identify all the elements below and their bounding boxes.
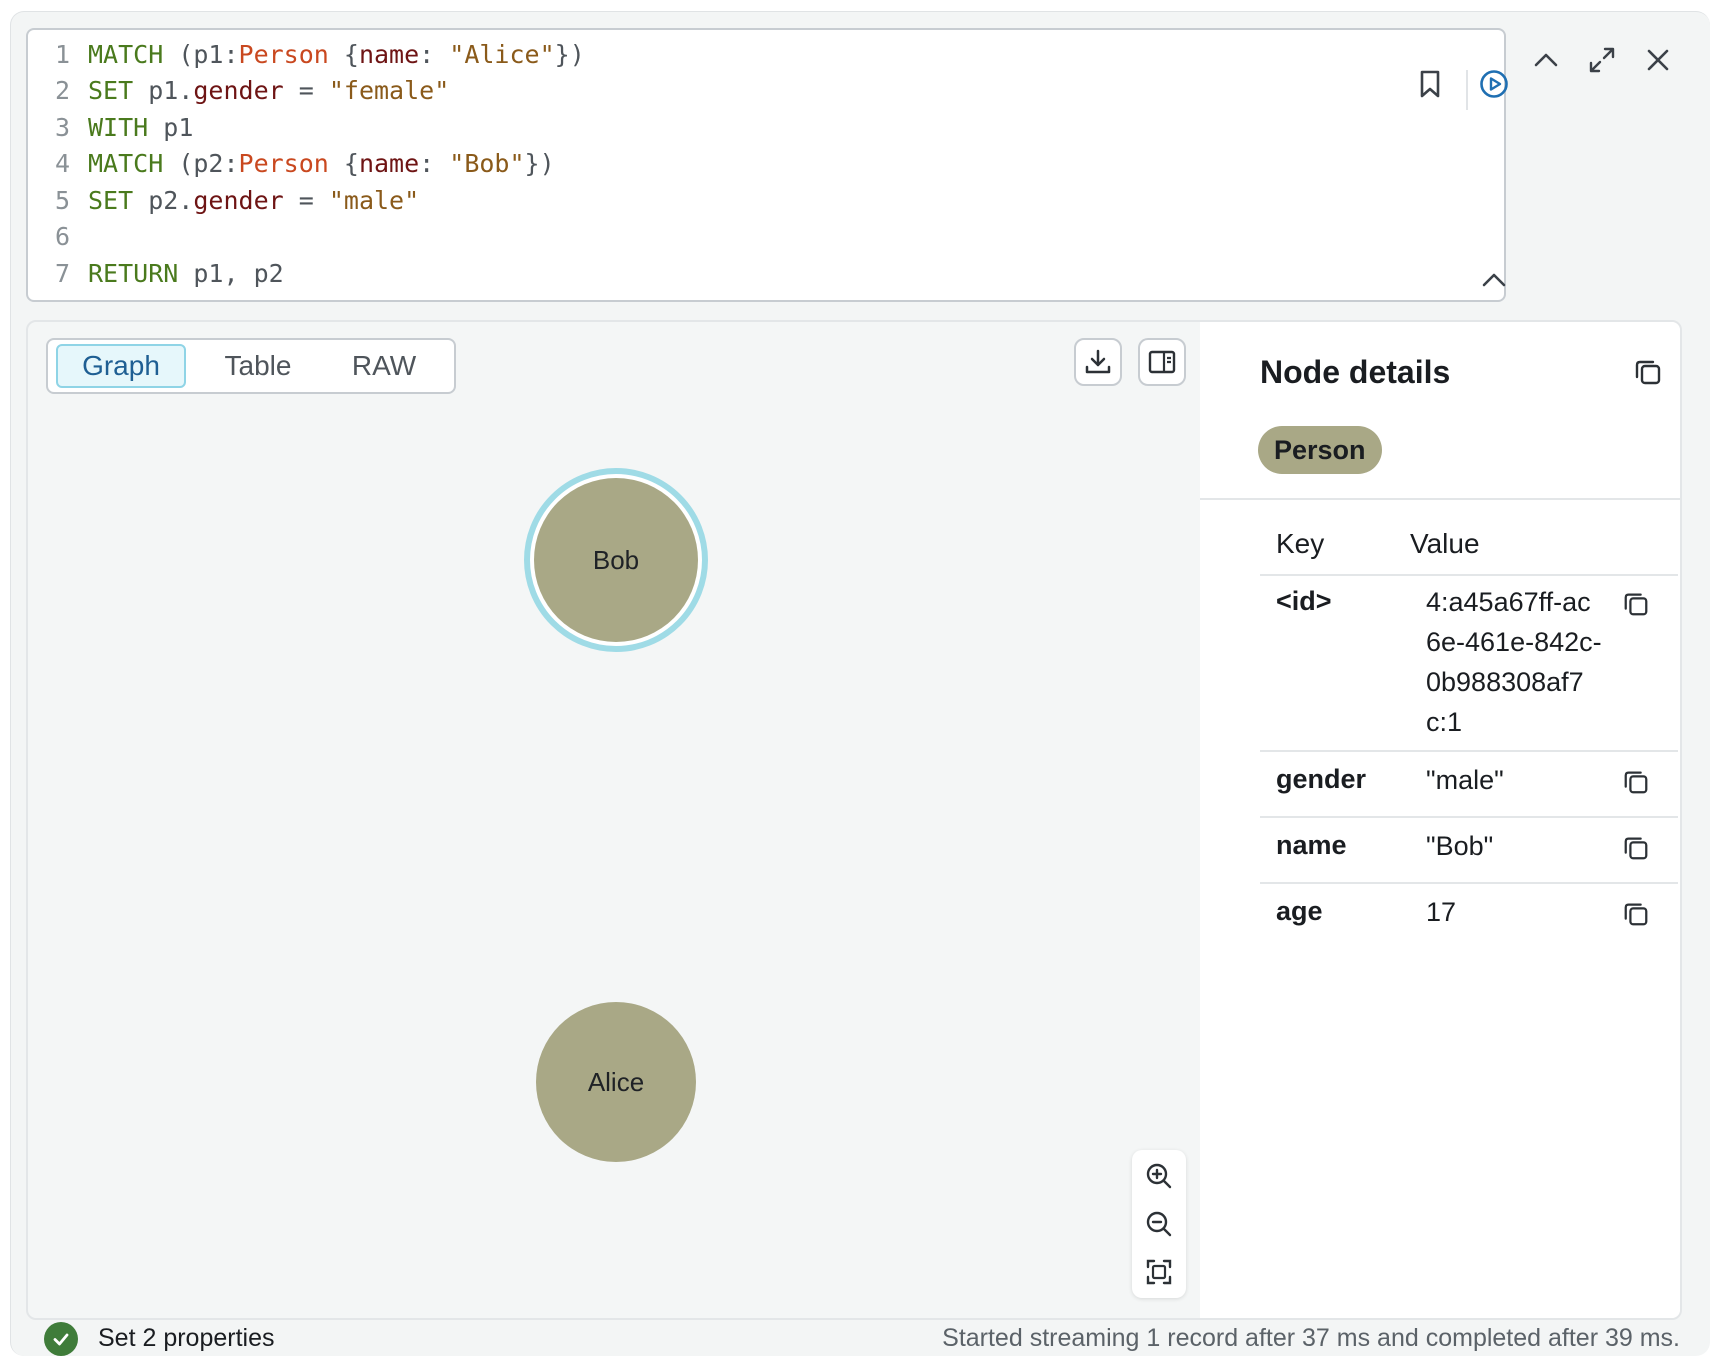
code-token: }) bbox=[554, 39, 585, 69]
toggle-details-panel-button[interactable] bbox=[1138, 338, 1186, 386]
code-token: MATCH bbox=[88, 149, 164, 178]
code-line[interactable]: 2 SET p1. gender = "female" bbox=[28, 73, 449, 109]
code-token: p1. bbox=[133, 76, 194, 105]
fit-to-screen-icon[interactable] bbox=[1137, 1250, 1181, 1294]
code-token: "Bob" bbox=[449, 149, 525, 178]
line-number: 1 bbox=[54, 39, 70, 69]
line-number: 5 bbox=[54, 185, 70, 215]
status-timing: Started streaming 1 record after 37 ms a… bbox=[942, 1324, 1680, 1352]
row-divider bbox=[1260, 882, 1678, 884]
code-line[interactable]: 4 MATCH (p2: Person {name: "Bob"}) bbox=[28, 146, 555, 182]
code-token: : bbox=[419, 149, 450, 178]
code-token: = bbox=[283, 76, 329, 105]
zoom-out-icon[interactable] bbox=[1137, 1202, 1181, 1246]
tab-raw[interactable]: RAW bbox=[324, 344, 444, 388]
row-divider bbox=[1260, 574, 1678, 576]
copy-icon[interactable] bbox=[1618, 764, 1654, 800]
line-number: 4 bbox=[54, 149, 70, 178]
node-label-chip[interactable]: Person bbox=[1258, 426, 1382, 474]
tab-table[interactable]: Table bbox=[194, 344, 322, 388]
line-number: 6 bbox=[54, 222, 70, 251]
tab-graph[interactable]: Graph bbox=[56, 344, 186, 388]
view-tabs: Graph Table RAW bbox=[46, 338, 456, 394]
copy-icon[interactable] bbox=[1618, 586, 1654, 622]
property-value: "Bob" bbox=[1426, 831, 1494, 861]
copy-icon[interactable] bbox=[1630, 354, 1666, 390]
code-line[interactable]: 7 RETURN p1, p2 bbox=[28, 255, 284, 291]
line-number: 3 bbox=[54, 112, 70, 142]
code-token: gender bbox=[193, 185, 284, 215]
property-key: gender bbox=[1276, 764, 1367, 794]
code-token: p2. bbox=[133, 185, 194, 215]
code-line[interactable]: 6 bbox=[28, 219, 88, 255]
query-editor[interactable]: 1 MATCH (p1: Person {name: "Alice"}) 2 SET p… bbox=[26, 28, 1508, 302]
editor-separator bbox=[1466, 70, 1468, 110]
code-token: gender bbox=[193, 76, 284, 105]
side-panel-icon bbox=[1148, 350, 1176, 374]
code-token: { bbox=[328, 149, 359, 178]
code-token: "Alice" bbox=[449, 39, 555, 69]
code-token: MATCH bbox=[88, 39, 164, 69]
status-summary: Set 2 properties bbox=[98, 1324, 275, 1352]
line-number: 2 bbox=[54, 76, 70, 105]
code-token: WITH bbox=[88, 112, 149, 142]
code-line[interactable]: 5 SET p2. gender = "male" bbox=[28, 182, 419, 218]
row-divider bbox=[1260, 816, 1678, 818]
graph-node-alice[interactable]: Alice bbox=[536, 1002, 696, 1162]
code-token: p1 bbox=[148, 112, 194, 142]
code-token: "male" bbox=[328, 185, 420, 215]
check-icon bbox=[44, 1322, 78, 1356]
code-token: SET bbox=[88, 185, 134, 215]
property-key: name bbox=[1276, 830, 1347, 860]
column-header-key: Key bbox=[1276, 528, 1325, 559]
property-key: age bbox=[1276, 896, 1323, 926]
code-token: SET bbox=[88, 76, 134, 105]
code-token: }) bbox=[524, 149, 555, 178]
chevron-up-icon[interactable] bbox=[1524, 38, 1568, 82]
copy-icon[interactable] bbox=[1618, 830, 1654, 866]
details-title: Node details bbox=[1260, 354, 1451, 390]
code-token: RETURN bbox=[88, 258, 179, 288]
code-token: = bbox=[283, 185, 329, 215]
code-token: name bbox=[358, 39, 420, 69]
code-token: Person bbox=[238, 149, 329, 178]
node-details-panel: Node details Person Key Value <id> 4:a45… bbox=[1200, 322, 1680, 1318]
property-value: 4:a45a67ff-ac 6e-461e-842c- 0b988308af7 … bbox=[1426, 587, 1602, 737]
column-header-value: Value bbox=[1410, 528, 1480, 559]
property-value: "male" bbox=[1426, 765, 1504, 795]
download-button[interactable] bbox=[1074, 338, 1122, 386]
results-panel: Graph Table RAW Bob Alice Node details P… bbox=[26, 320, 1682, 1320]
row-divider bbox=[1260, 750, 1678, 752]
code-token: p1, p2 bbox=[178, 258, 284, 288]
bookmark-icon[interactable] bbox=[1410, 64, 1450, 104]
code-line[interactable]: 1 MATCH (p1: Person {name: "Alice"}) bbox=[28, 36, 585, 72]
property-value: 17 bbox=[1426, 897, 1457, 927]
code-token: (p2: bbox=[163, 149, 239, 178]
collapse-editor-chevron-icon[interactable] bbox=[1474, 260, 1514, 300]
code-token: (p1: bbox=[163, 39, 239, 69]
copy-icon[interactable] bbox=[1618, 896, 1654, 932]
code-token: Person bbox=[238, 39, 329, 69]
code-token: name bbox=[358, 149, 420, 178]
zoom-controls bbox=[1132, 1150, 1186, 1298]
line-number: 7 bbox=[54, 258, 70, 288]
download-icon bbox=[1085, 349, 1111, 374]
code-token: : bbox=[419, 39, 450, 69]
graph-node-bob[interactable]: Bob bbox=[534, 478, 698, 642]
close-icon[interactable] bbox=[1636, 38, 1680, 82]
property-key: <id> bbox=[1276, 586, 1332, 616]
details-divider bbox=[1200, 498, 1680, 500]
expand-icon[interactable] bbox=[1580, 38, 1624, 82]
code-token: "female" bbox=[328, 76, 450, 105]
zoom-in-icon[interactable] bbox=[1137, 1154, 1181, 1198]
code-token: { bbox=[328, 39, 359, 69]
code-line[interactable]: 3 WITH p1 bbox=[28, 109, 193, 145]
play-circle-icon[interactable] bbox=[1474, 64, 1514, 104]
